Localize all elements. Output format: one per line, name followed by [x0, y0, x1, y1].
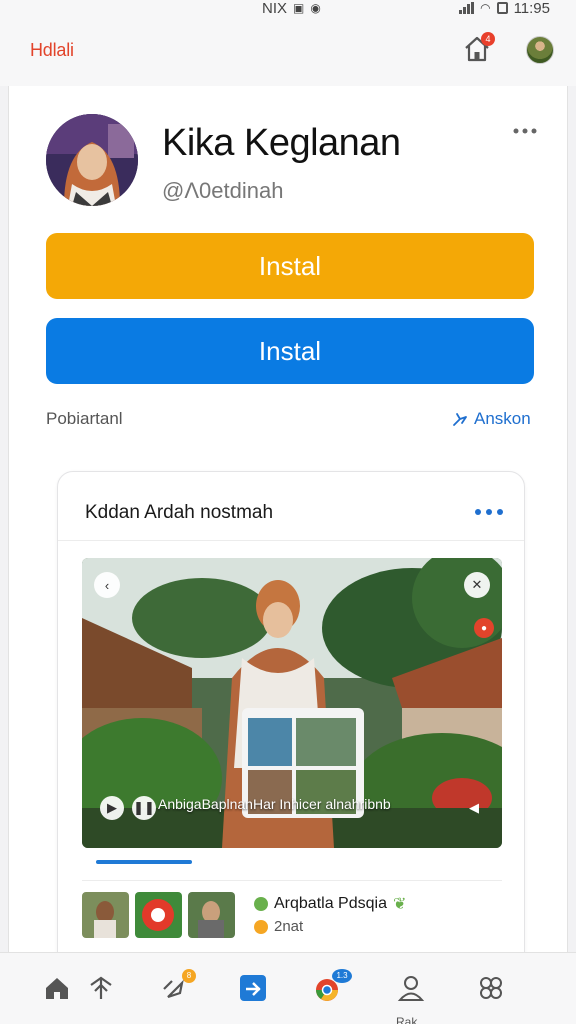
- divider: [58, 540, 524, 541]
- section-action-label: Anskon: [474, 409, 531, 428]
- app-bar: Hdlali 4: [0, 16, 576, 86]
- thumbnail[interactable]: [135, 892, 182, 938]
- thumbnail[interactable]: [82, 892, 129, 938]
- close-icon[interactable]: ✕: [464, 572, 490, 598]
- status-bar: NIX ▣ ◉ ◠ 11:95: [0, 0, 576, 17]
- post-card[interactable]: Kddan Ardah nostmah ‹ ✕ ● ▶ ❚❚ AnbigaBap…: [57, 471, 525, 971]
- post-title: Kddan Ardah nostmah: [85, 502, 274, 523]
- leaf-icon: ❦: [392, 896, 407, 913]
- profile-page: Kika Keglanan @Λ0etdinah Instal Instal P…: [8, 86, 568, 971]
- divider: [82, 880, 502, 881]
- profile-name: Kika Keglanan: [162, 122, 401, 164]
- person-icon[interactable]: [394, 971, 428, 1005]
- nav-label: Rak: [396, 1015, 418, 1024]
- avatar[interactable]: [526, 36, 554, 64]
- section-label: Pobiartanl: [46, 409, 123, 428]
- progress-bar[interactable]: [96, 860, 192, 864]
- post-more-icon[interactable]: [474, 508, 504, 516]
- notification-badge: 4: [481, 32, 495, 46]
- post-photo[interactable]: ‹ ✕ ● ▶ ❚❚ AnbigaBaplnanHar Inhicer alna…: [82, 558, 502, 848]
- author-row: Arqbatla Pdsqia ❦: [254, 894, 406, 914]
- profile-handle: @Λ0etdinah: [162, 178, 284, 203]
- section-action-link[interactable]: Anskon: [451, 409, 531, 429]
- thumbnail[interactable]: [188, 892, 235, 938]
- photo-caption: AnbigaBaplnanHar Inhicer alnahribnb: [158, 796, 391, 812]
- share-icon[interactable]: [84, 971, 118, 1005]
- carrier-text: NIX: [262, 0, 288, 17]
- install-button-secondary[interactable]: Instal: [46, 318, 534, 384]
- meta-sub: 2nat: [274, 918, 304, 935]
- speaker-icon[interactable]: ◀: [462, 796, 486, 820]
- smile-icon: [254, 919, 268, 934]
- brand-logo[interactable]: Hdlali: [30, 40, 74, 61]
- share-arrow-icon: [453, 413, 467, 426]
- author-name: Arqbatla Pdsqia: [274, 895, 387, 912]
- meta-row: 2nat: [254, 918, 303, 935]
- nav-badge: 8: [182, 969, 196, 983]
- record-icon[interactable]: ●: [474, 618, 494, 638]
- pause-icon[interactable]: ❚❚: [132, 796, 156, 820]
- app-icon[interactable]: [236, 971, 270, 1005]
- author-icon: [254, 897, 268, 911]
- home-icon[interactable]: [40, 971, 74, 1005]
- wifi-icon: ◠: [480, 1, 491, 15]
- nav-badge: 1.3: [332, 969, 352, 983]
- thumbnail-strip: [82, 892, 235, 938]
- clock: 11:95: [513, 0, 550, 17]
- more-options-icon[interactable]: [512, 126, 538, 136]
- battery-icon: [496, 2, 508, 14]
- play-icon[interactable]: ▶: [100, 796, 124, 820]
- group-icon[interactable]: [474, 971, 508, 1005]
- signal-icon: [459, 2, 475, 14]
- back-icon[interactable]: ‹: [94, 572, 120, 598]
- sim-icon: ▣: [293, 1, 305, 15]
- bottom-nav: 8 1.3 Rak: [0, 952, 576, 1024]
- alarm-icon: ◉: [310, 1, 321, 15]
- profile-avatar[interactable]: [46, 114, 138, 206]
- install-button-primary[interactable]: Instal: [46, 233, 534, 299]
